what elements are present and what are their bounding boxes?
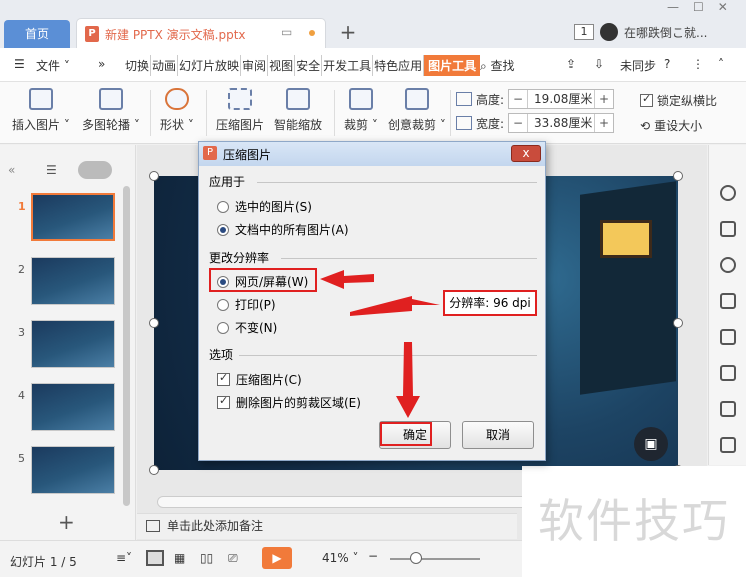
arrow-to-ok-button	[396, 342, 420, 418]
arrow-to-web-screen	[320, 270, 374, 289]
arrow-to-resolution	[350, 296, 440, 316]
annotation-arrows	[320, 270, 440, 418]
